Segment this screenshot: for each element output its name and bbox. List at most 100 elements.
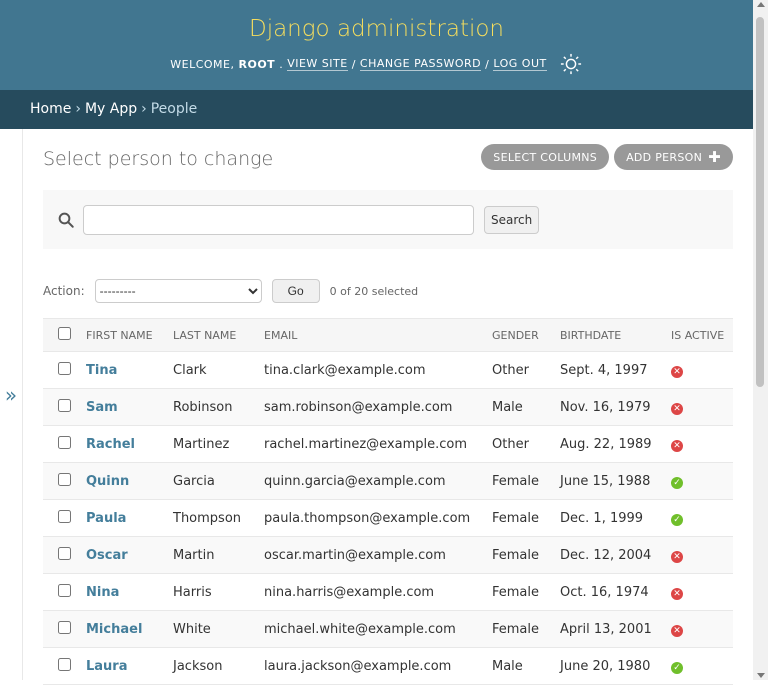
email-cell: tina.clark@example.com <box>264 351 492 389</box>
view-site-link[interactable]: VIEW SITE <box>287 57 348 71</box>
last-name-cell: Harris <box>173 573 264 611</box>
go-button[interactable]: Go <box>271 279 320 303</box>
email-cell: oscar.martin@example.com <box>264 536 492 574</box>
email-cell: quinn.garcia@example.com <box>264 462 492 500</box>
check-icon: ✓ <box>671 513 683 526</box>
vertical-scrollbar[interactable] <box>753 0 768 680</box>
row-checkbox[interactable] <box>58 361 71 375</box>
select-all-checkbox[interactable] <box>58 327 71 340</box>
x-icon: ✕ <box>671 439 683 452</box>
last-name-cell: Robinson <box>173 388 264 426</box>
column-is-active[interactable]: IS ACTIVE <box>671 318 733 352</box>
results-table: FIRST NAME LAST NAME EMAIL GENDER BIRTHD… <box>43 318 733 685</box>
last-name-cell: White <box>173 610 264 648</box>
sidebar-toggle-button[interactable]: » <box>0 129 23 680</box>
x-icon: ✕ <box>671 550 683 563</box>
username: ROOT <box>238 57 276 71</box>
first-name-link[interactable]: Quinn <box>86 474 129 489</box>
search-toolbar: Search <box>43 190 733 249</box>
first-name-link[interactable]: Oscar <box>86 548 128 563</box>
action-select[interactable]: --------- <box>94 279 262 303</box>
table-row: Nina Harris nina.harris@example.com Fema… <box>43 573 733 611</box>
last-name-cell: Martin <box>173 536 264 574</box>
row-checkbox[interactable] <box>58 398 71 412</box>
select-columns-button[interactable]: SELECT COLUMNS <box>481 144 610 170</box>
birthdate-cell: June 20, 1980 <box>560 647 671 685</box>
log-out-link[interactable]: LOG OUT <box>493 57 547 71</box>
scroll-down-arrow-icon[interactable] <box>757 673 765 678</box>
email-cell: laura.jackson@example.com <box>264 647 492 685</box>
action-label: Action: <box>43 284 85 298</box>
check-icon: ✓ <box>671 476 683 489</box>
scrollbar-thumb[interactable] <box>756 17 764 387</box>
double-chevron-right-icon: » <box>4 382 18 407</box>
add-person-button[interactable]: ADD PERSON ✚ <box>614 144 733 170</box>
birthdate-cell: April 13, 2001 <box>560 610 671 648</box>
change-password-link[interactable]: CHANGE PASSWORD <box>359 57 482 71</box>
row-checkbox[interactable] <box>58 583 71 597</box>
last-name-cell: Clark <box>173 351 264 389</box>
email-cell: paula.thompson@example.com <box>264 499 492 537</box>
first-name-link[interactable]: Nina <box>86 585 119 600</box>
row-checkbox[interactable] <box>58 509 71 523</box>
table-row: Paula Thompson paula.thompson@example.co… <box>43 499 733 537</box>
column-last-name[interactable]: LAST NAME <box>173 318 264 352</box>
row-checkbox[interactable] <box>58 546 71 560</box>
column-email[interactable]: EMAIL <box>264 318 492 352</box>
last-name-cell: Martinez <box>173 425 264 463</box>
x-icon: ✕ <box>671 402 683 415</box>
x-icon: ✕ <box>671 624 683 637</box>
x-icon: ✕ <box>671 587 683 600</box>
column-birthdate[interactable]: BIRTHDATE <box>560 318 671 352</box>
row-checkbox[interactable] <box>58 657 71 671</box>
table-row: Tina Clark tina.clark@example.com Other … <box>43 351 733 389</box>
birthdate-cell: Dec. 1, 1999 <box>560 499 671 537</box>
gender-cell: Female <box>492 462 560 500</box>
user-tools: WELCOME, ROOT. VIEW SITE / CHANGE PASSWO… <box>0 52 753 76</box>
gender-cell: Female <box>492 536 560 574</box>
email-cell: nina.harris@example.com <box>264 573 492 611</box>
birthdate-cell: Nov. 16, 1979 <box>560 388 671 426</box>
table-row: Quinn Garcia quinn.garcia@example.com Fe… <box>43 462 733 500</box>
last-name-cell: Jackson <box>173 647 264 685</box>
first-name-link[interactable]: Michael <box>86 622 142 637</box>
row-checkbox[interactable] <box>58 472 71 486</box>
breadcrumb: Home › My App › People <box>0 90 753 129</box>
gender-cell: Other <box>492 351 560 389</box>
breadcrumb-home[interactable]: Home <box>30 101 71 117</box>
first-name-link[interactable]: Sam <box>86 400 118 415</box>
first-name-link[interactable]: Rachel <box>86 437 135 452</box>
search-input[interactable] <box>83 204 474 235</box>
breadcrumb-current: People <box>150 101 198 117</box>
breadcrumb-my-app[interactable]: My App <box>85 101 137 117</box>
gender-cell: Male <box>492 647 560 685</box>
search-button[interactable]: Search <box>484 205 540 234</box>
birthdate-cell: Dec. 12, 2004 <box>560 536 671 574</box>
gender-cell: Male <box>492 388 560 426</box>
welcome-text: WELCOME, <box>170 57 235 71</box>
last-name-cell: Garcia <box>173 462 264 500</box>
sun-icon[interactable] <box>559 52 583 76</box>
site-branding[interactable]: Django administration <box>0 0 753 46</box>
first-name-link[interactable]: Laura <box>86 659 128 674</box>
email-cell: michael.white@example.com <box>264 610 492 648</box>
email-cell: rachel.martinez@example.com <box>264 425 492 463</box>
check-icon: ✓ <box>671 661 683 674</box>
birthdate-cell: Aug. 22, 1989 <box>560 425 671 463</box>
column-gender[interactable]: GENDER <box>492 318 560 352</box>
column-first-name[interactable]: FIRST NAME <box>86 318 173 352</box>
page-title: Select person to change <box>43 148 274 170</box>
search-icon <box>58 212 74 228</box>
gender-cell: Female <box>492 573 560 611</box>
object-tools: SELECT COLUMNS ADD PERSON ✚ <box>481 144 733 170</box>
row-checkbox[interactable] <box>58 620 71 634</box>
first-name-link[interactable]: Paula <box>86 511 126 526</box>
table-row: Michael White michael.white@example.com … <box>43 610 733 648</box>
header: Django administration WELCOME, ROOT. VIE… <box>0 0 753 90</box>
birthdate-cell: Sept. 4, 1997 <box>560 351 671 389</box>
scroll-up-arrow-icon[interactable] <box>757 2 765 7</box>
gender-cell: Female <box>492 499 560 537</box>
last-name-cell: Thompson <box>173 499 264 537</box>
first-name-link[interactable]: Tina <box>86 363 117 378</box>
row-checkbox[interactable] <box>58 435 71 449</box>
